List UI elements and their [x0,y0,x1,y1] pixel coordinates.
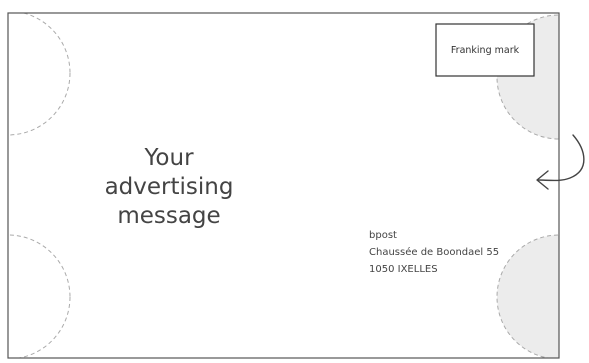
envelope-diagram: Franking mark Your advertising message b… [0,0,589,363]
advertising-message: Your advertising message [78,144,260,231]
ad-message-line: message [117,203,221,229]
curved-arrow-left-icon [536,134,585,190]
ad-message-line: Your [144,145,194,171]
address-line: 1050 IXELLES [369,264,438,275]
address-line: Chaussée de Boondael 55 [369,247,500,258]
zone-right-bottom [496,234,559,358]
zone-left-top [8,13,71,136]
ad-message-line: advertising [104,174,234,200]
address-line: bpost [369,230,397,241]
franking-mark-label: Franking mark [450,44,520,56]
zone-left-bottom [8,234,71,358]
recipient-address: bpost Chaussée de Boondael 55 1050 IXELL… [369,227,499,278]
